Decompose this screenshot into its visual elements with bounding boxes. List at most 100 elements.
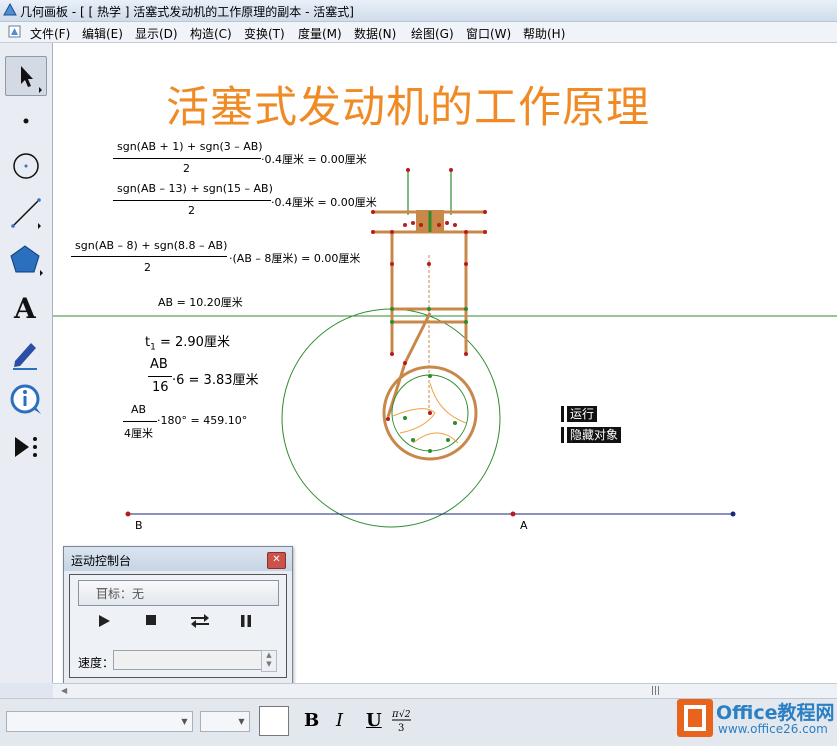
motion-panel-title-bar[interactable]: 运动控制台 ✕ xyxy=(64,547,292,571)
formula-1-numerator: sgn(AB + 1) + sgn(3 – AB) xyxy=(117,140,263,153)
formula-3-fraction-bar xyxy=(71,256,227,257)
information-tool[interactable] xyxy=(5,380,47,420)
segment-end-point[interactable] xyxy=(730,511,736,517)
menu-graph[interactable]: 绘图(G) xyxy=(411,25,454,42)
point-tool[interactable] xyxy=(5,101,47,141)
document-icon[interactable] xyxy=(8,25,21,38)
formula-2-numerator: sgn(AB – 13) + sgn(15 – AB) xyxy=(117,182,273,195)
title-bar: 几何画板 - [ [ 热学 ] 活塞式发动机的工作原理的副本 - 活塞式] xyxy=(0,0,837,22)
pause-icon xyxy=(241,615,251,627)
marker-pen-icon xyxy=(13,343,37,370)
point-icon xyxy=(23,118,29,124)
text-tool[interactable]: A xyxy=(5,287,47,327)
motion-panel-close-icon[interactable]: ✕ xyxy=(267,552,286,569)
italic-button[interactable]: I xyxy=(336,710,343,731)
reverse-button[interactable] xyxy=(188,614,212,630)
scroll-grip-icon[interactable]: ||| xyxy=(651,686,660,696)
motion-target-selector[interactable]: 目标：无 — xyxy=(78,580,279,606)
speed-spinner[interactable]: ▲ ▼ xyxy=(261,650,277,672)
tool-palette: A xyxy=(0,43,53,683)
formula-6-denominator: 4厘米 xyxy=(124,427,153,440)
formula-6-fraction-bar xyxy=(123,421,157,422)
window-title: 几何画板 - [ [ 热学 ] 活塞式发动机的工作原理的副本 - 活塞式] xyxy=(20,5,354,19)
speed-input[interactable] xyxy=(113,650,262,670)
formula-5-denominator: 16 xyxy=(152,380,169,395)
formula-5-result: ·6 = 3.83厘米 xyxy=(172,373,259,388)
menu-measure[interactable]: 度量(M) xyxy=(298,25,342,42)
svg-text:π: π xyxy=(391,709,399,720)
formula-3-denominator: 2 xyxy=(144,261,151,274)
motion-target-dash: — xyxy=(96,581,108,595)
formula-2-denominator: 2 xyxy=(188,204,195,217)
app-icon xyxy=(3,3,17,16)
page-heading: 活塞式发动机的工作原理 xyxy=(166,83,650,133)
text-color-swatch[interactable] xyxy=(259,706,289,736)
motion-panel-body: 目标：无 — 速度： ▲ ▼ xyxy=(69,574,287,678)
formula-5-numerator: AB xyxy=(150,357,168,372)
menu-transform[interactable]: 变换(T) xyxy=(244,25,285,42)
formula-1-denominator: 2 xyxy=(183,162,190,175)
line-segment-icon xyxy=(11,198,41,229)
point-a[interactable] xyxy=(510,511,516,517)
menu-construct[interactable]: 构造(C) xyxy=(190,25,232,42)
menu-data[interactable]: 数据(N) xyxy=(354,25,396,42)
custom-tools-play-icon xyxy=(15,437,37,457)
compass-tool[interactable] xyxy=(5,146,47,186)
piston-mechanism xyxy=(373,170,485,461)
play-icon xyxy=(99,615,110,627)
custom-tool[interactable] xyxy=(5,427,47,467)
run-action-button[interactable]: 运行 xyxy=(564,406,598,422)
formula-6-numerator: AB xyxy=(131,403,147,416)
scroll-left-icon[interactable]: ◀ xyxy=(61,686,67,695)
straightedge-tool[interactable] xyxy=(5,193,47,233)
polygon-icon xyxy=(10,245,43,276)
point-b-label: B xyxy=(135,519,143,532)
font-size-select[interactable]: ▼ xyxy=(200,711,250,732)
office26-watermark: Office教程网 www.office26.com xyxy=(672,696,837,742)
watermark-url: www.office26.com xyxy=(718,722,828,736)
motion-panel-title: 运动控制台 xyxy=(71,554,132,568)
pause-button[interactable] xyxy=(234,614,258,630)
text-a-icon: A xyxy=(13,292,37,325)
motion-controller-panel: 运动控制台 ✕ 目标：无 — 速度： ▲ ▼ xyxy=(63,546,293,684)
t1-measure: t1 = 2.90厘米 xyxy=(145,331,230,353)
hide-objects-button[interactable]: 隐藏对象 xyxy=(564,427,622,443)
point-a-label: A xyxy=(520,519,528,532)
math-format-icon[interactable]: π √2 3 xyxy=(390,707,414,735)
font-family-dropdown-icon: ▼ xyxy=(181,717,188,726)
underline-button[interactable]: U xyxy=(366,710,382,731)
svg-text:A: A xyxy=(13,292,37,325)
formula-6-result: ·180° = 459.10° xyxy=(157,414,248,427)
formula-2-fraction-bar xyxy=(113,200,271,201)
font-family-select[interactable]: ▼ xyxy=(6,711,193,732)
menu-file[interactable]: 文件(F) xyxy=(30,25,70,42)
formula-2-result: ·0.4厘米 = 0.00厘米 xyxy=(271,196,377,209)
polygon-tool[interactable] xyxy=(5,240,47,280)
circle-compass-icon xyxy=(13,153,39,179)
arrow-select-tool[interactable] xyxy=(5,56,47,96)
menu-help[interactable]: 帮助(H) xyxy=(523,25,565,42)
mechanism-points[interactable] xyxy=(371,168,487,421)
point-b[interactable] xyxy=(125,511,131,517)
menu-display[interactable]: 显示(D) xyxy=(135,25,178,42)
svg-text:3: 3 xyxy=(398,723,404,734)
formula-3-result: ·(AB – 8厘米) = 0.00厘米 xyxy=(229,252,361,265)
menu-window[interactable]: 窗口(W) xyxy=(466,25,511,42)
marker-tool[interactable] xyxy=(5,333,47,373)
formula-1-fraction-bar xyxy=(113,158,261,159)
font-size-dropdown-icon: ▼ xyxy=(238,717,245,726)
formula-1-result: ·0.4厘米 = 0.00厘米 xyxy=(261,153,367,166)
watermark-brand: Office教程网 xyxy=(716,702,835,724)
menu-edit[interactable]: 编辑(E) xyxy=(82,25,123,42)
arrow-pointer-icon xyxy=(21,66,42,93)
svg-text:√2: √2 xyxy=(399,709,411,720)
play-button[interactable] xyxy=(92,614,116,630)
formula-3-numerator: sgn(AB – 8) + sgn(8.8 – AB) xyxy=(75,239,228,252)
menu-bar: 文件(F) 编辑(E) 显示(D) 构造(C) 变换(T) 度量(M) 数据(N… xyxy=(0,22,837,43)
stop-icon xyxy=(146,615,156,625)
stop-button[interactable] xyxy=(139,614,163,630)
formula-5-fraction-bar xyxy=(148,376,172,377)
bold-button[interactable]: B xyxy=(304,710,319,731)
office-logo-icon xyxy=(677,699,713,737)
ab-length-measure: AB = 10.20厘米 xyxy=(158,296,243,309)
